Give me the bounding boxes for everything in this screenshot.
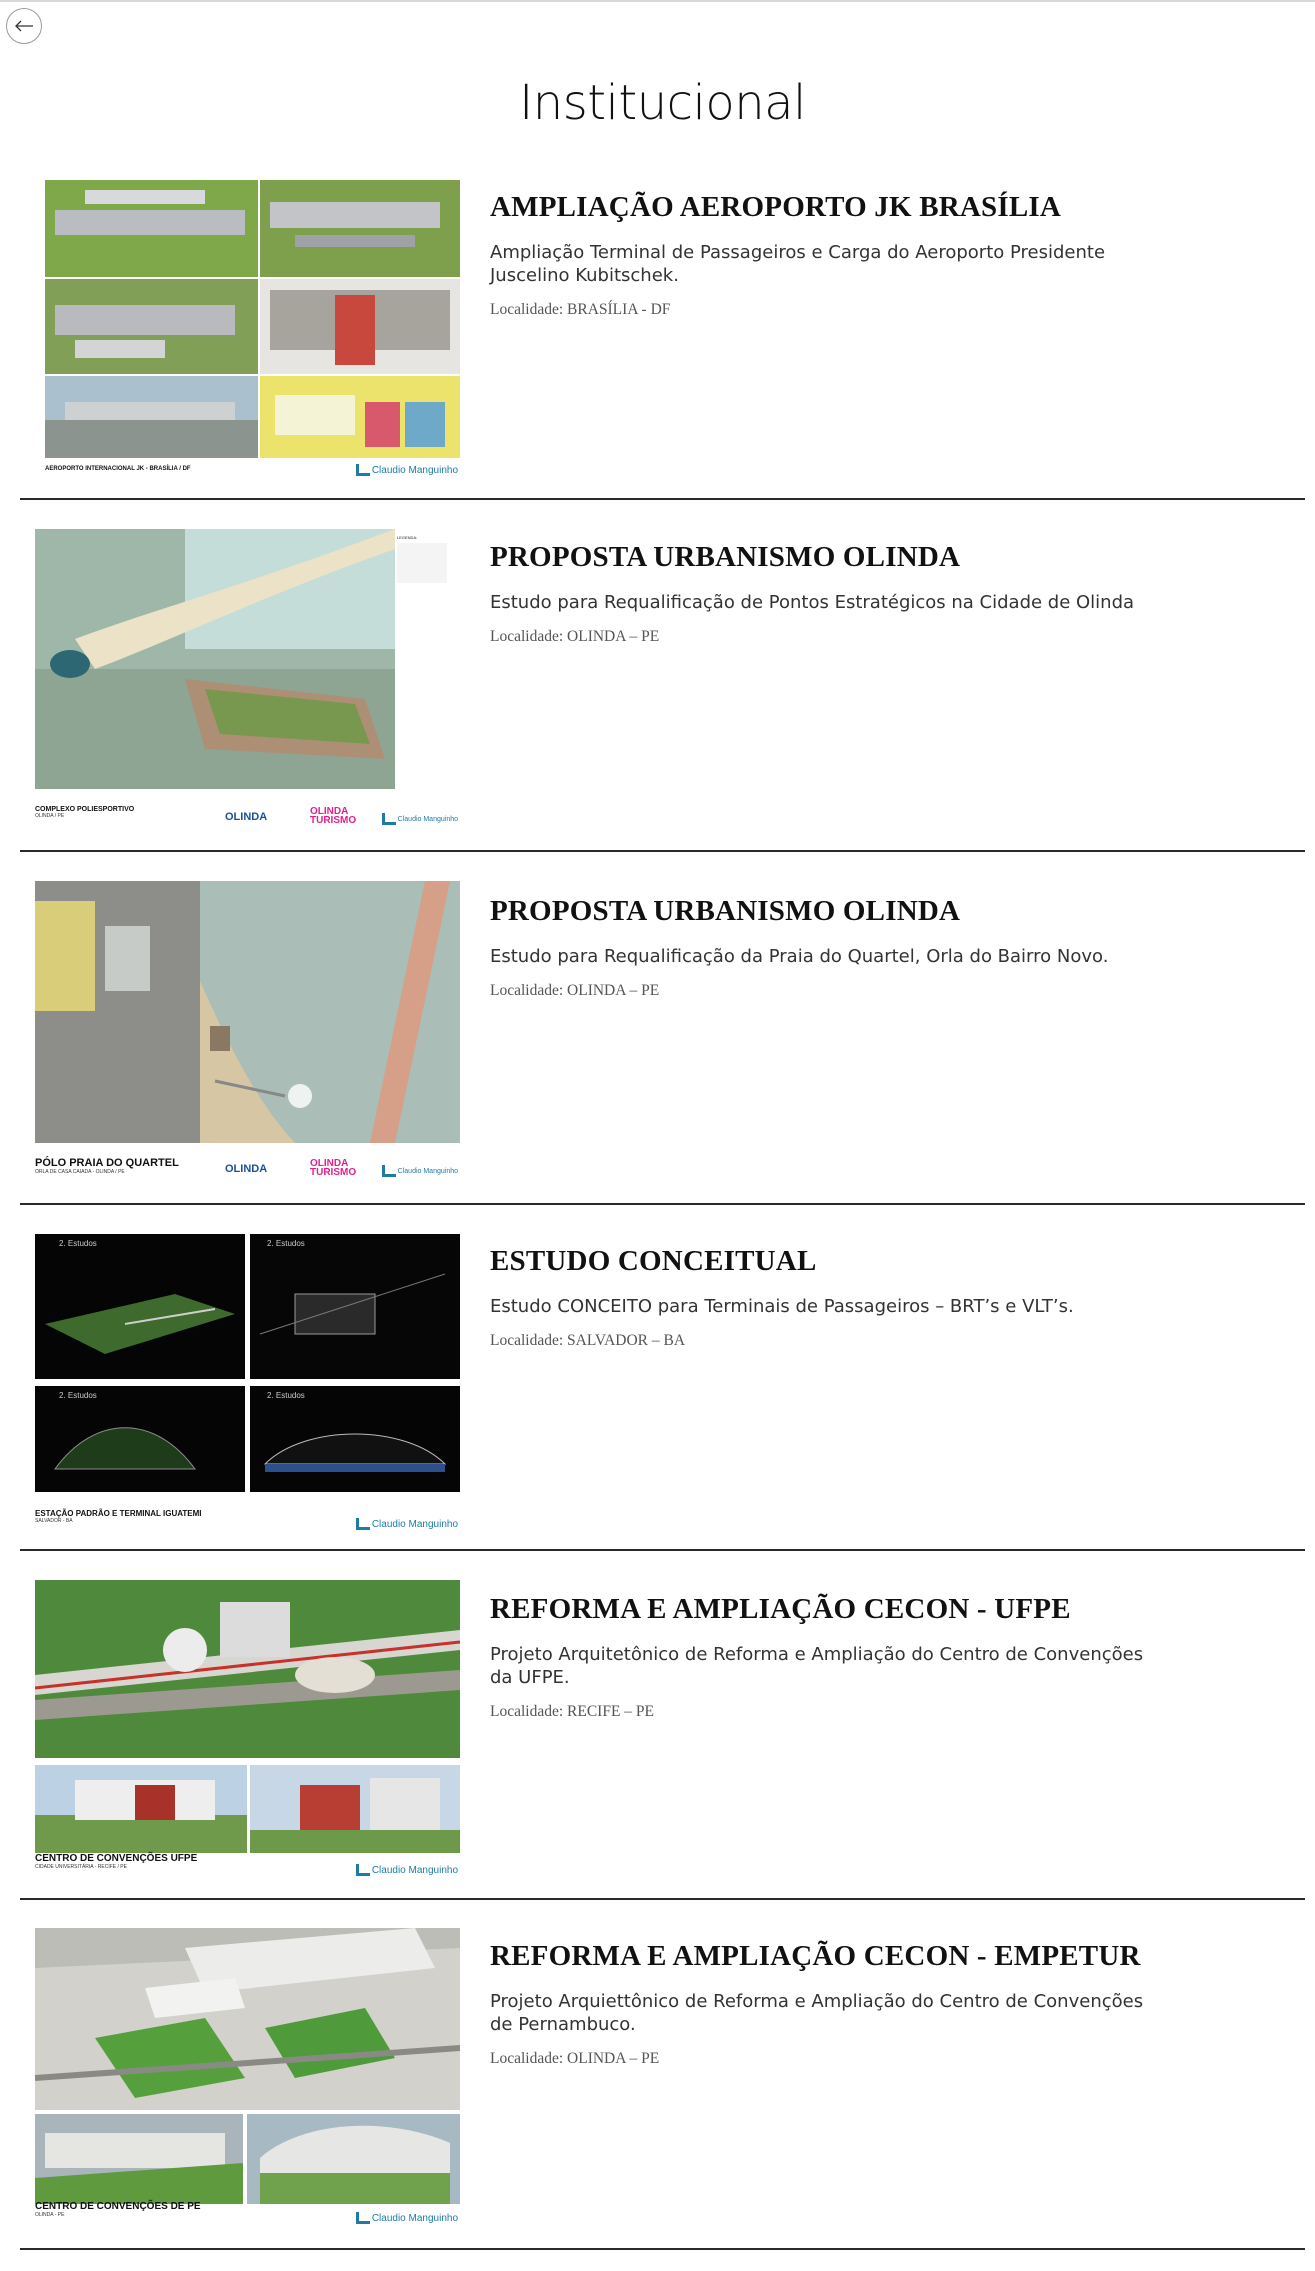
olinda-logo: OLINDA — [225, 1163, 268, 1175]
svg-text:2. Estudos: 2. Estudos — [59, 1391, 97, 1400]
page-title: Institucional — [519, 75, 806, 131]
brand-mark-icon — [381, 1165, 396, 1177]
project-location: Localidade: OLINDA – PE — [490, 628, 660, 645]
olinda-turismo-logo: OLINDA TURISMO — [310, 1158, 357, 1178]
project-card[interactable]: LEGENDA: COMPLEXO POLIESPORTIVO OLINDA /… — [20, 529, 1305, 852]
brand-logo: Claudio Manguinho — [355, 1864, 458, 1876]
project-thumbnail[interactable]: CENTRO DE CONVENÇÕES UFPE CIDADE UNIVERS… — [35, 1580, 460, 1880]
back-button[interactable] — [6, 8, 42, 44]
thumbnail-subcaption: OLINDA - PE — [35, 2212, 65, 2218]
svg-text:LEGENDA:: LEGENDA: — [397, 535, 417, 540]
project-location: Localidade: OLINDA – PE — [490, 2050, 660, 2067]
thumbnail-caption: PÓLO PRAIA DO QUARTEL — [35, 1157, 179, 1169]
project-title[interactable]: REFORMA E AMPLIAÇÃO CECON - EMPETUR — [490, 1939, 1170, 1974]
brand-logo: Claudio Manguinho — [381, 1165, 458, 1177]
top-border — [0, 0, 1315, 2]
project-thumbnail[interactable]: PÓLO PRAIA DO QUARTEL ORLA DE CASA CAIAD… — [35, 881, 460, 1181]
divider — [20, 1898, 1305, 1900]
brand-logo: Claudio Manguinho — [355, 464, 458, 476]
brand-mark-icon — [355, 1864, 370, 1876]
project-location: Localidade: SALVADOR – BA — [490, 1332, 686, 1349]
thumbnail-subcaption: CIDADE UNIVERSITÁRIA - RECIFE / PE — [35, 1864, 127, 1870]
project-info: AMPLIAÇÃO AEROPORTO JK BRASÍLIA Ampliaçã… — [490, 190, 1170, 319]
project-thumbnail[interactable]: LEGENDA: COMPLEXO POLIESPORTIVO OLINDA /… — [35, 529, 460, 829]
thumbnail-caption: CENTRO DE CONVENÇÕES UFPE — [35, 1853, 198, 1864]
thumbnail-caption: COMPLEXO POLIESPORTIVO — [35, 806, 135, 813]
svg-text:2. Estudos: 2. Estudos — [267, 1391, 305, 1400]
project-location: Localidade: OLINDA – PE — [490, 982, 660, 999]
project-description: Ampliação Terminal de Passageiros e Carg… — [490, 242, 1106, 286]
project-info: PROPOSTA URBANISMO OLINDA Estudo para Re… — [490, 894, 1170, 1000]
project-info: PROPOSTA URBANISMO OLINDA Estudo para Re… — [490, 540, 1170, 646]
brand-mark-icon — [355, 464, 370, 476]
project-card[interactable]: CENTRO DE CONVENÇÕES UFPE CIDADE UNIVERS… — [20, 1580, 1305, 1900]
project-thumbnail[interactable]: 2. Estudos 2. Estudos 2. Estudos 2. Estu… — [35, 1234, 460, 1534]
olinda-turismo-logo: OLINDA TURISMO — [310, 806, 357, 826]
thumbnail-caption: ESTAÇÃO PADRÃO E TERMINAL IGUATEMI — [35, 1509, 202, 1518]
project-description: Estudo para Requalificação de Pontos Est… — [490, 592, 1135, 613]
svg-text:2. Estudos: 2. Estudos — [59, 1239, 97, 1248]
brand-logo: Claudio Manguinho — [355, 1518, 458, 1530]
thumbnail-subcaption: SALVADOR - BA — [35, 1518, 73, 1524]
brand-mark-icon — [381, 813, 396, 825]
project-thumbnail[interactable]: CENTRO DE CONVENÇÕES DE PE OLINDA - PE C… — [35, 1928, 460, 2228]
project-description: Projeto Arquiettônico de Reforma e Ampli… — [490, 1991, 1144, 2035]
project-card[interactable]: AEROPORTO INTERNACIONAL JK - BRASÍLIA / … — [20, 180, 1305, 500]
project-description: Estudo para Requalificação da Praia do Q… — [490, 946, 1109, 967]
thumbnail-subcaption: OLINDA / PE — [35, 813, 65, 819]
divider — [20, 1549, 1305, 1551]
arrow-left-icon — [15, 20, 33, 32]
project-card[interactable]: PÓLO PRAIA DO QUARTEL ORLA DE CASA CAIAD… — [20, 881, 1305, 1205]
brand-logo: Claudio Manguinho — [381, 813, 458, 825]
divider — [20, 1203, 1305, 1205]
project-info: REFORMA E AMPLIAÇÃO CECON - UFPE Projeto… — [490, 1592, 1170, 1721]
project-card[interactable]: 2. Estudos 2. Estudos 2. Estudos 2. Estu… — [20, 1234, 1305, 1551]
project-title[interactable]: ESTUDO CONCEITUAL — [490, 1244, 1170, 1279]
project-card[interactable]: CENTRO DE CONVENÇÕES DE PE OLINDA - PE C… — [20, 1928, 1305, 2250]
project-title[interactable]: REFORMA E AMPLIAÇÃO CECON - UFPE — [490, 1592, 1170, 1627]
project-location: Localidade: BRASÍLIA - DF — [490, 301, 671, 318]
divider — [20, 2248, 1305, 2250]
project-description: Projeto Arquitetônico de Reforma e Ampli… — [490, 1644, 1144, 1688]
project-title[interactable]: AMPLIAÇÃO AEROPORTO JK BRASÍLIA — [490, 190, 1170, 225]
project-thumbnail[interactable]: AEROPORTO INTERNACIONAL JK - BRASÍLIA / … — [45, 180, 460, 480]
project-info: REFORMA E AMPLIAÇÃO CECON - EMPETUR Proj… — [490, 1939, 1170, 2068]
thumbnail-subcaption: ORLA DE CASA CAIADA - OLINDA / PE — [35, 1169, 125, 1175]
brand-mark-icon — [355, 1518, 370, 1530]
brand-mark-icon — [355, 2212, 370, 2224]
brand-logo: Claudio Manguinho — [355, 2212, 458, 2224]
thumbnail-caption: CENTRO DE CONVENÇÕES DE PE — [35, 2201, 201, 2212]
divider — [20, 498, 1305, 500]
thumbnail-caption: AEROPORTO INTERNACIONAL JK - BRASÍLIA / … — [45, 466, 191, 472]
project-location: Localidade: RECIFE – PE — [490, 1703, 655, 1720]
divider — [20, 850, 1305, 852]
svg-text:2. Estudos: 2. Estudos — [267, 1239, 305, 1248]
project-info: ESTUDO CONCEITUAL Estudo CONCEITO para T… — [490, 1244, 1170, 1350]
project-title[interactable]: PROPOSTA URBANISMO OLINDA — [490, 540, 1170, 575]
olinda-logo: OLINDA — [225, 811, 268, 823]
project-description: Estudo CONCEITO para Terminais de Passag… — [490, 1296, 1074, 1317]
project-title[interactable]: PROPOSTA URBANISMO OLINDA — [490, 894, 1170, 929]
